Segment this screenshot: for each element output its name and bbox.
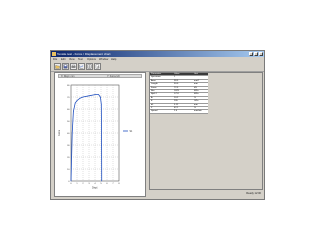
x-tick-label: 6 (106, 183, 108, 185)
save-button[interactable] (62, 63, 69, 70)
table-button[interactable] (86, 63, 93, 70)
toolbar (51, 62, 264, 72)
x-tick-label: 2 (82, 183, 84, 185)
menu-view[interactable]: View (69, 58, 75, 61)
menu-file[interactable]: File (53, 58, 57, 61)
data-point (100, 103, 102, 105)
force-displacement-chart: 0 1 2 3 4 5 6 7 801020304050607080Displ.Force S1 (58, 84, 134, 190)
chart-button[interactable] (78, 63, 85, 70)
y-tick-label: 10 (67, 169, 70, 171)
table-cell: mm/min (194, 110, 202, 113)
save-icon (63, 64, 68, 69)
open-button[interactable] (54, 63, 61, 70)
table-cell: 2.0 (174, 110, 178, 113)
y-tick-label: 20 (67, 157, 70, 159)
y-tick-label: 40 (67, 133, 70, 135)
x-tick-label: 0 (70, 183, 72, 185)
data-point (98, 94, 99, 95)
legend-label: S1 (130, 131, 134, 133)
maximize-button[interactable] (254, 52, 258, 56)
menu-window[interactable]: Window (99, 58, 108, 61)
data-point (70, 180, 72, 182)
x-tick-label: 3 (88, 183, 90, 185)
chart-panel: X: Displ. mm Y: Force kN 0 1 2 3 4 5 6 7 8 0 10 20 3… (54, 72, 146, 197)
data-point (71, 132, 73, 134)
data-point (79, 97, 81, 99)
data-point (101, 180, 103, 182)
menu-edit[interactable]: Edit (61, 58, 65, 61)
app-window: Tensile test - Force / Displacement char… (50, 50, 265, 200)
close-button[interactable] (259, 52, 263, 56)
data-point (88, 95, 90, 97)
x-tick-label: 8 (118, 183, 120, 185)
menu-help[interactable]: Help (111, 58, 116, 61)
table-icon (87, 64, 92, 69)
data-point (101, 144, 102, 146)
data-point (94, 94, 96, 95)
y-tick-label: 80 (67, 85, 70, 87)
x-tick-label: 5 (100, 183, 102, 185)
minimize-button[interactable] (249, 52, 253, 56)
data-point (76, 100, 78, 101)
results-panel: Parameter Value Unit Specimen 1 Area 38.5 mm2 Le… (149, 72, 263, 190)
chart-header: X: Displ. mm Y: Force kN (58, 74, 142, 78)
print-preview-button[interactable] (94, 63, 101, 70)
y-tick-label: 70 (67, 97, 70, 99)
y-tick-label: 50 (67, 121, 70, 123)
menu-options[interactable]: Options (87, 58, 96, 61)
data-point (82, 96, 84, 98)
print-preview-icon (95, 64, 100, 69)
x-tick-label: 7 (112, 183, 114, 185)
chart-header-y: Y: Force kN (107, 75, 120, 78)
print-icon (71, 64, 76, 68)
app-icon (52, 52, 56, 56)
data-point (74, 102, 76, 104)
status-bar: Ready 12:00 (149, 191, 263, 197)
menu-test[interactable]: Test (78, 58, 83, 61)
x-tick-label: 1 (76, 183, 78, 185)
results-table: Parameter Value Unit Specimen 1 Area 38.5 mm2 Le… (150, 73, 208, 114)
data-point (73, 111, 74, 112)
table-row[interactable]: Speed 2.0 mm/min (150, 110, 208, 114)
y-tick-label: 30 (67, 145, 70, 147)
chart-icon (79, 64, 84, 69)
table-cell: Speed (151, 110, 158, 113)
y-axis-label: Force (58, 129, 61, 136)
chart-header-x: X: Displ. mm (61, 75, 75, 78)
open-icon (55, 65, 60, 69)
x-tick-label: 4 (94, 183, 96, 185)
y-tick-label: 60 (67, 109, 70, 111)
data-point (100, 96, 101, 98)
window-title: Tensile test - Force / Displacement char… (57, 52, 111, 56)
x-axis-label: Displ. (92, 187, 98, 190)
print-button[interactable] (70, 63, 77, 70)
status-text: Ready 12:00 (246, 192, 261, 195)
